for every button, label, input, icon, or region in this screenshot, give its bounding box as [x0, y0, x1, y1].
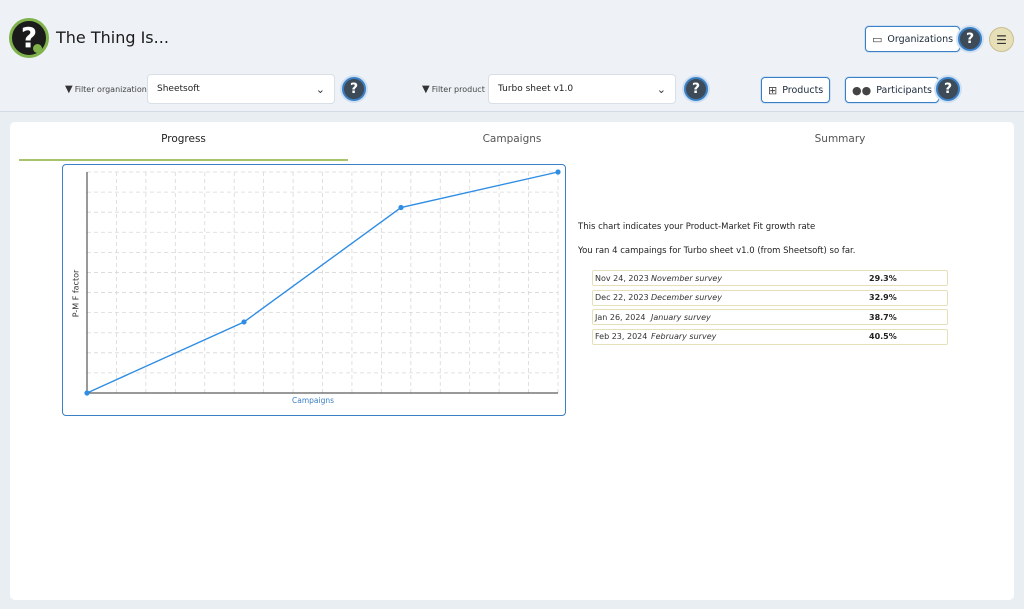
campaign-row[interactable]: Nov 24, 2023 November survey 29.3% — [592, 270, 948, 286]
campaign-name: January survey — [651, 312, 711, 322]
campaign-row[interactable]: Jan 26, 2024 January survey 38.7% — [592, 309, 948, 325]
filter-organization-label: ▼ Filter organization — [65, 84, 147, 95]
participants-button[interactable]: ●● Participants — [845, 77, 940, 103]
campaign-row[interactable]: Dec 22, 2023 December survey 32.9% — [592, 289, 948, 306]
campaign-list: Nov 24, 2023 November survey 29.3% Dec 2… — [592, 270, 948, 348]
chart-point — [555, 169, 561, 175]
chevron-down-icon: ⌄ — [315, 82, 325, 96]
participants-help-icon[interactable]: ? — [936, 77, 960, 101]
chart-svg — [84, 169, 561, 396]
organization-help-icon[interactable]: ? — [342, 77, 366, 101]
organization-select[interactable]: Sheetsoft ⌄ — [147, 74, 335, 104]
campaign-name: February survey — [651, 332, 717, 341]
funnel-icon: ▼ — [422, 84, 430, 95]
users-icon: ●● — [852, 83, 872, 97]
campaign-date: Jan 26, 2024 — [595, 312, 646, 322]
campaign-row[interactable]: Feb 23, 2024 February survey 40.5% — [592, 328, 948, 345]
funnel-icon: ▼ — [65, 84, 73, 95]
chevron-down-icon: ⌄ — [656, 82, 666, 96]
chart-x-axis-label: Campaigns — [291, 396, 334, 405]
organizations-label: Organizations — [887, 33, 954, 45]
campaign-name: December survey — [651, 293, 722, 302]
campaign-pmf: 40.5% — [869, 332, 897, 341]
chart-point — [398, 204, 404, 211]
store-icon: ▭ — [872, 32, 883, 46]
tab-progress[interactable]: Progress — [19, 133, 348, 161]
chart-series-line — [86, 171, 559, 394]
chart-point — [84, 390, 90, 396]
campaign-count-text: You ran 4 campaings for Turbo sheet v1.0… — [578, 246, 856, 256]
gift-icon: ⊞ — [768, 83, 778, 97]
participants-label: Participants — [876, 84, 933, 96]
campaign-pmf: 29.3% — [869, 273, 897, 283]
campaign-date: Nov 24, 2023 — [595, 273, 649, 283]
products-button[interactable]: ⊞ Products — [761, 77, 831, 103]
chart-y-axis-label: P-M F factor — [71, 269, 81, 318]
menu-collapse-icon[interactable]: ☰ — [989, 27, 1014, 52]
chart-point — [241, 319, 247, 325]
help-icon[interactable]: ? — [958, 27, 982, 51]
app-logo: ? — [9, 18, 49, 58]
progress-chart — [62, 164, 566, 416]
campaign-pmf: 38.7% — [869, 312, 897, 322]
tab-summary[interactable]: Summary — [676, 133, 1004, 161]
campaign-name: November survey — [651, 273, 723, 283]
campaign-date: Dec 22, 2023 — [595, 293, 649, 302]
organizations-button[interactable]: ▭ Organizations — [865, 26, 961, 52]
app-header: ? The Thing Is... ▭ Organizations ? ☰ ▼ … — [0, 0, 1024, 112]
tab-campaigns[interactable]: Campaigns — [348, 133, 676, 161]
filter-product-label: ▼ Filter product — [422, 84, 485, 95]
product-select-value: Turbo sheet v1.0 — [498, 84, 574, 94]
organization-select-value: Sheetsoft — [157, 84, 200, 94]
product-help-icon[interactable]: ? — [684, 77, 708, 101]
app-title: The Thing Is... — [56, 28, 169, 47]
campaign-date: Feb 23, 2024 — [595, 332, 648, 341]
product-select[interactable]: Turbo sheet v1.0 ⌄ — [488, 74, 676, 104]
campaign-pmf: 32.9% — [869, 293, 897, 302]
products-label: Products — [782, 84, 824, 96]
chart-description: This chart indicates your Product-Market… — [578, 222, 816, 232]
